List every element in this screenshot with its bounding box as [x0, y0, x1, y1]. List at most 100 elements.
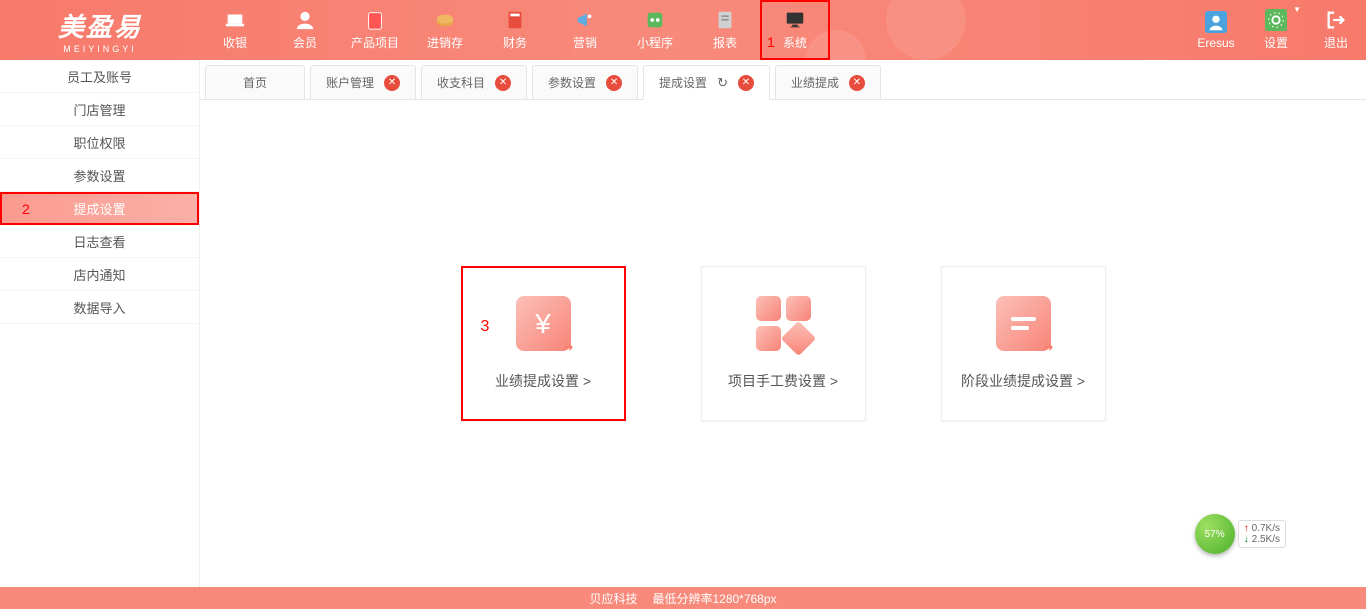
cashier-icon: [222, 9, 248, 31]
header: 美盈易 MEIYINGYI 收银 会员 产品项目 进销存 财务 营销 小程序 报表 系统 1 Er…: [0, 0, 1366, 60]
nav-right-exit[interactable]: 退出: [1306, 0, 1366, 60]
header-right: Eresus 设置 ▼ 退出: [1186, 0, 1366, 60]
sidebar-label: 提成设置: [73, 199, 125, 218]
nav-label: 收银: [223, 34, 247, 51]
nav-item-member[interactable]: 会员: [270, 0, 340, 60]
annotation-3: 3: [481, 318, 490, 336]
network-percent[interactable]: 57%: [1195, 514, 1235, 554]
close-icon[interactable]: ✕: [849, 75, 865, 91]
close-icon[interactable]: ✕: [495, 75, 511, 91]
annotation-1: 1: [767, 34, 775, 50]
nav: 收银 会员 产品项目 进销存 财务 营销 小程序 报表 系统 1: [200, 0, 830, 60]
tabs: 首页 账户管理 ✕ 收支科目 ✕ 参数设置 ✕ 提成设置 ↻ ✕ 业绩提成 ✕: [200, 60, 1366, 100]
close-icon[interactable]: ✕: [738, 75, 754, 91]
tab[interactable]: 收支科目 ✕: [421, 65, 527, 99]
close-icon[interactable]: ✕: [606, 75, 622, 91]
annotation-2: 2: [22, 201, 30, 217]
nav-label: 小程序: [637, 34, 673, 51]
tab[interactable]: 参数设置 ✕: [532, 65, 638, 99]
nav-item-marketing[interactable]: 营销: [550, 0, 620, 60]
sidebar: 员工及账号门店管理职位权限参数设置 2 提成设置日志查看店内通知数据导入: [0, 60, 200, 587]
marketing-icon: [572, 9, 598, 31]
finance-icon: [502, 9, 528, 31]
nav-label: 报表: [713, 34, 737, 51]
arrow-up-icon: ↑: [1244, 523, 1249, 534]
dropdown-icon: ▼: [1293, 5, 1301, 14]
sidebar-label: 职位权限: [73, 133, 125, 152]
nav-right-user[interactable]: Eresus: [1186, 0, 1246, 60]
nav-label: 产品项目: [351, 34, 399, 51]
nav-label: Eresus: [1197, 36, 1234, 50]
tab[interactable]: 业绩提成 ✕: [775, 65, 881, 99]
card-stage[interactable]: 阶段业绩提成设置 >: [941, 266, 1106, 421]
nav-item-system[interactable]: 系统 1: [760, 0, 830, 60]
refresh-icon[interactable]: ↻: [717, 75, 728, 91]
sidebar-label: 店内通知: [73, 265, 125, 284]
nav-item-product[interactable]: 产品项目: [340, 0, 410, 60]
tab[interactable]: 账户管理 ✕: [310, 65, 416, 99]
nav-item-report[interactable]: 报表: [690, 0, 760, 60]
network-stats: ↑0.7K/s ↓2.5K/s: [1238, 520, 1286, 548]
sidebar-label: 数据导入: [73, 298, 125, 317]
sidebar-item[interactable]: 参数设置: [0, 159, 199, 192]
logo: 美盈易 MEIYINGYI: [0, 7, 200, 54]
nav-label: 设置: [1264, 34, 1288, 51]
sidebar-label: 日志查看: [73, 232, 125, 251]
tab-label: 收支科目: [437, 74, 485, 91]
grid-icon: [756, 296, 811, 351]
nav-item-inventory[interactable]: 进销存: [410, 0, 480, 60]
footer: 贝应科技 最低分辨率1280*768px: [0, 587, 1366, 609]
card-label: 业绩提成设置 >: [495, 371, 591, 391]
sidebar-item[interactable]: 职位权限: [0, 126, 199, 159]
sidebar-item[interactable]: 2 提成设置: [0, 192, 199, 225]
sidebar-item[interactable]: 员工及账号: [0, 60, 199, 93]
sidebar-item[interactable]: 门店管理: [0, 93, 199, 126]
nav-label: 系统: [783, 34, 807, 51]
yen-icon: ¥: [516, 296, 571, 351]
member-icon: [292, 9, 318, 31]
card-label: 项目手工费设置 >: [728, 371, 838, 391]
card-label: 阶段业绩提成设置 >: [961, 371, 1085, 391]
system-icon: [782, 9, 808, 31]
nav-label: 营销: [573, 34, 597, 51]
tab[interactable]: 提成设置 ↻ ✕: [643, 65, 770, 100]
card-proj[interactable]: 项目手工费设置 >: [701, 266, 866, 421]
container: 员工及账号门店管理职位权限参数设置2提成设置日志查看店内通知数据导入 首页账户管…: [0, 60, 1366, 587]
sidebar-item[interactable]: 日志查看: [0, 225, 199, 258]
tab-label: 提成设置: [659, 74, 707, 91]
sidebar-item[interactable]: 数据导入: [0, 291, 199, 324]
logo-sub: MEIYINGYI: [63, 44, 137, 54]
nav-item-miniapp[interactable]: 小程序: [620, 0, 690, 60]
nav-item-finance[interactable]: 财务: [480, 0, 550, 60]
user-icon: [1203, 11, 1229, 33]
settings-icon: [1263, 9, 1289, 31]
content: 3 ¥ 业绩提成设置 > 项目手工费设置 > 阶段业绩提成设置 >: [200, 100, 1366, 587]
card-perf[interactable]: 3 ¥ 业绩提成设置 >: [461, 266, 626, 421]
network-down: ↓2.5K/s: [1244, 534, 1280, 545]
close-icon[interactable]: ✕: [384, 75, 400, 91]
network-up: ↑0.7K/s: [1244, 523, 1280, 534]
sidebar-label: 参数设置: [73, 166, 125, 185]
nav-label: 进销存: [427, 34, 463, 51]
tab-label: 参数设置: [548, 74, 596, 91]
nav-label: 会员: [293, 34, 317, 51]
sidebar-item[interactable]: 店内通知: [0, 258, 199, 291]
list-icon: [996, 296, 1051, 351]
network-widget[interactable]: 57% ↑0.7K/s ↓2.5K/s: [1195, 514, 1286, 554]
tab-label: 账户管理: [326, 74, 374, 91]
tab-label: 业绩提成: [791, 74, 839, 91]
nav-label: 退出: [1324, 34, 1348, 51]
inventory-icon: [432, 9, 458, 31]
nav-label: 财务: [503, 34, 527, 51]
tab[interactable]: 首页: [205, 65, 305, 99]
tab-label: 首页: [243, 74, 267, 91]
footer-resolution: 最低分辨率1280*768px: [652, 590, 776, 607]
product-icon: [362, 9, 388, 31]
footer-company: 贝应科技: [589, 590, 637, 607]
miniapp-icon: [642, 9, 668, 31]
nav-right-settings[interactable]: 设置 ▼: [1246, 0, 1306, 60]
nav-item-cashier[interactable]: 收银: [200, 0, 270, 60]
exit-icon: [1323, 9, 1349, 31]
sidebar-label: 员工及账号: [67, 67, 132, 86]
logo-main: 美盈易: [58, 7, 142, 44]
